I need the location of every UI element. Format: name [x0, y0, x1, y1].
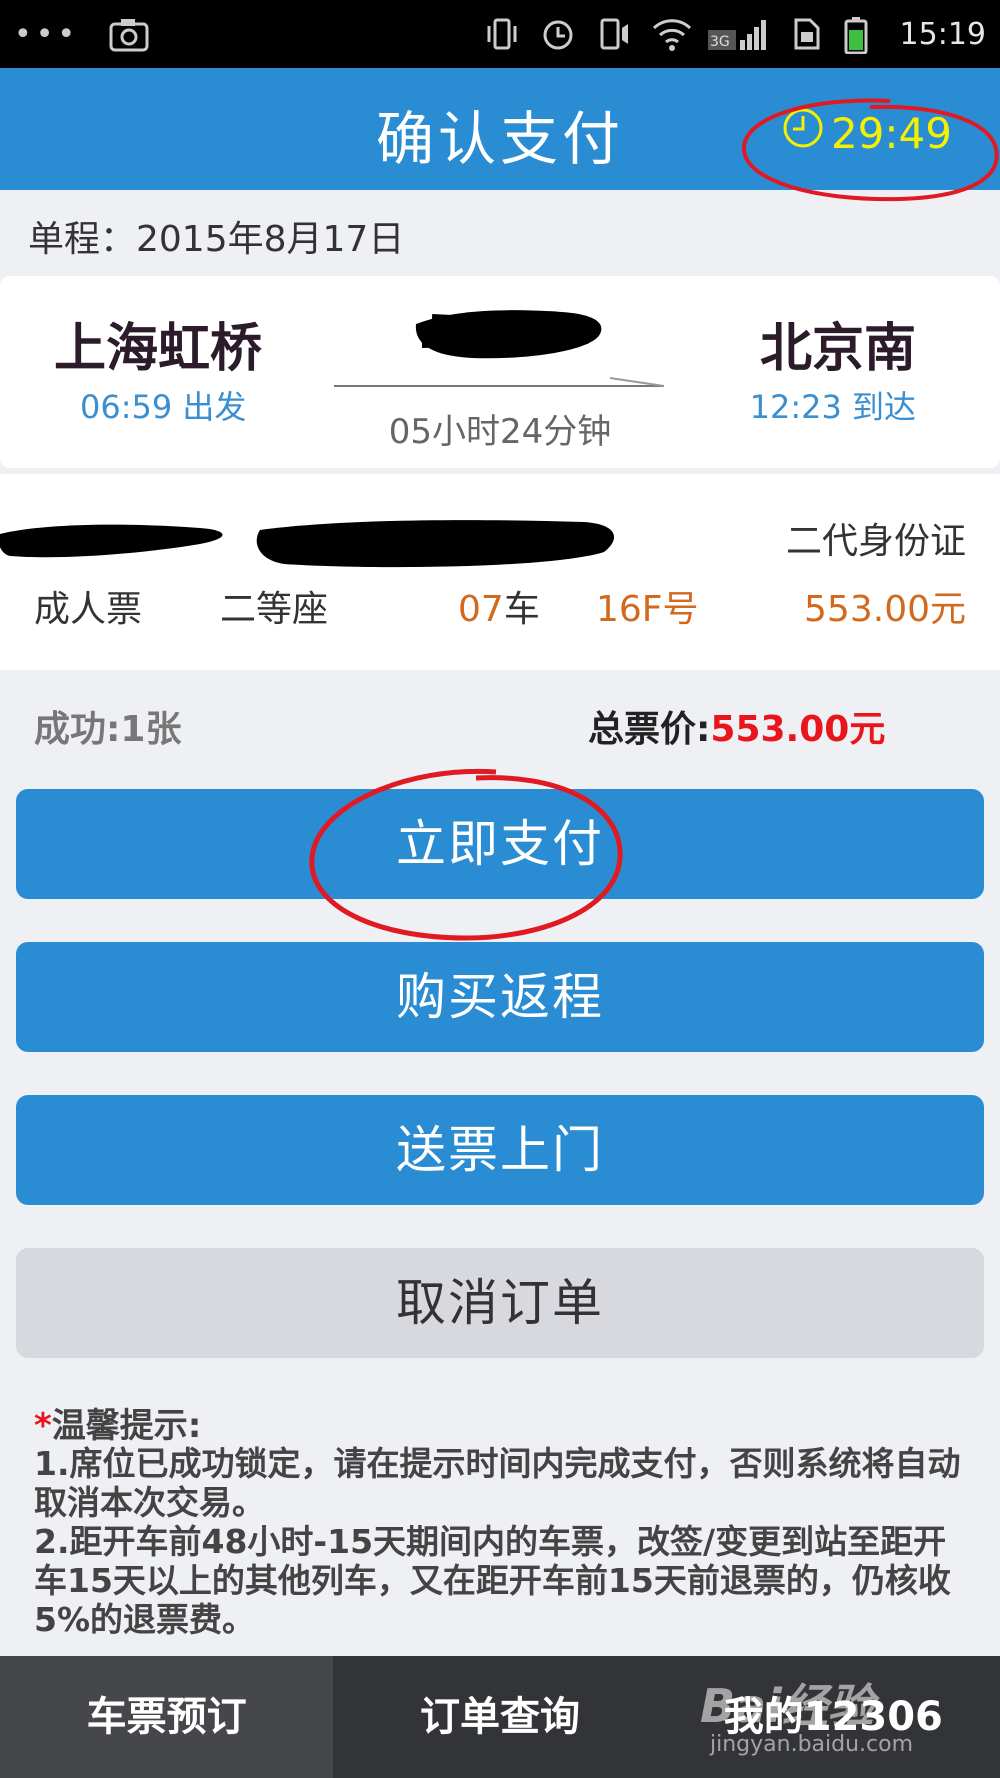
- passenger-card: 二代身份证 成人票 二等座 07车 16F号 553.00元: [0, 474, 1000, 670]
- car-number: 07车: [458, 580, 540, 632]
- success-count: 成功:1张: [34, 709, 182, 750]
- redacted-train-number: [415, 310, 602, 359]
- route-arrow: [334, 377, 664, 387]
- timer-highlight-annotation: [741, 98, 999, 202]
- departure-station: 上海虹桥: [54, 319, 263, 379]
- tips-title: *温馨提示:: [34, 1398, 201, 1447]
- wifi-icon: [652, 16, 691, 52]
- total-price-label: 总票价:: [588, 709, 711, 750]
- tips-text: 1.席位已成功锁定，请在提示时间内完成支付，否则系统将自动取消本次交易。 2.距…: [34, 1444, 961, 1639]
- call-icon: [596, 16, 632, 52]
- car-number-value: 07: [458, 589, 504, 630]
- watermark-url: jingyan.baidu.com: [710, 1732, 914, 1757]
- more-dots-icon: •••: [14, 16, 80, 52]
- order-summary: 成功:1张 总票价:553.00元: [0, 692, 1000, 752]
- buy-return-trip-button[interactable]: 购买返程: [16, 942, 984, 1052]
- camera-icon: [109, 16, 149, 52]
- id-type: 二代身份证: [785, 521, 966, 562]
- tips-star: *: [34, 1406, 52, 1446]
- total-price: 总票价:553.00元: [588, 700, 885, 752]
- arrival-station: 北京南: [759, 319, 916, 379]
- status-time: 15:19: [899, 16, 986, 52]
- redacted-id-number: [256, 520, 615, 568]
- watermark-brand: Bai经验: [700, 1679, 874, 1733]
- signal-icon: 3G: [707, 16, 768, 52]
- pay-button-highlight-annotation: [309, 768, 623, 941]
- alarm-icon: [540, 16, 576, 52]
- redacted-passenger-name: [0, 524, 223, 558]
- ticket-price: 553.00元: [804, 589, 966, 630]
- battery-icon: [844, 16, 880, 55]
- cancel-order-button[interactable]: 取消订单: [16, 1248, 984, 1358]
- vibrate-icon: [484, 16, 520, 52]
- status-bar: ••• 3G 15:19: [0, 0, 1000, 68]
- seat-class: 二等座: [220, 589, 329, 630]
- tab-order-query[interactable]: 订单查询: [333, 1656, 666, 1778]
- baidu-watermark: Bai经验 jingyan.baidu.com: [700, 1670, 940, 1770]
- seat-number: 16F号: [596, 589, 699, 630]
- route-card: 上海虹桥 06:59 出发 05小时24分钟 北京南 12:23 到达: [0, 276, 1000, 468]
- sim-icon: [788, 16, 824, 52]
- tips-title-text: 温馨提示:: [51, 1406, 202, 1446]
- ticket-delivery-button[interactable]: 送票上门: [16, 1095, 984, 1205]
- ticket-type: 成人票: [34, 589, 143, 630]
- tab-ticket-booking[interactable]: 车票预订: [0, 1656, 334, 1778]
- arrival-time: 12:23 到达: [749, 388, 916, 426]
- svg-text:3G: 3G: [710, 34, 730, 50]
- trip-date: 单程：2015年8月17日: [28, 219, 405, 260]
- car-number-suffix: 车: [503, 589, 540, 630]
- total-price-value: 553.00元: [710, 709, 886, 750]
